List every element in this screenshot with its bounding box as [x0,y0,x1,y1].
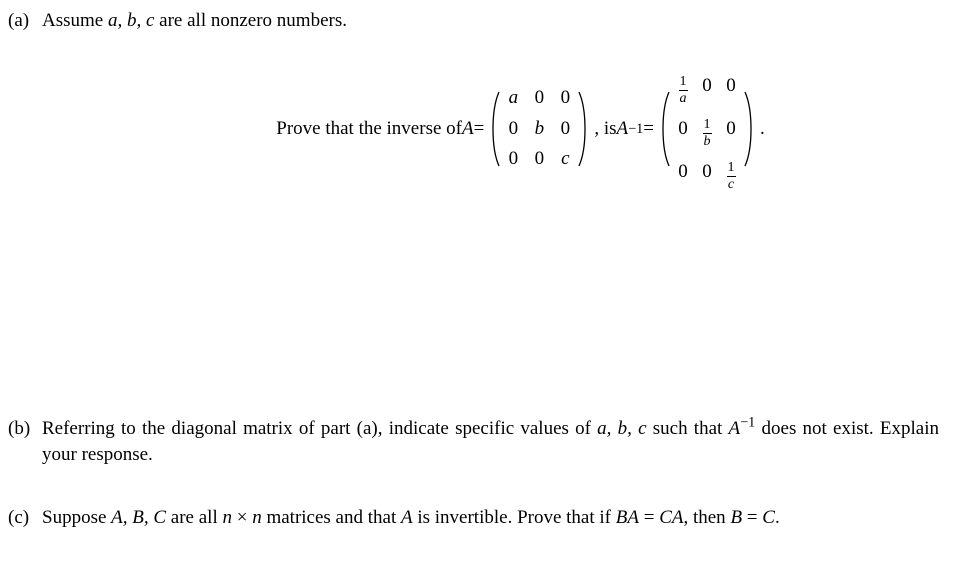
comma-is: , is [594,116,616,143]
part-c-content: Suppose A, B, C are all n × n matrices a… [42,505,939,532]
c-eq1: = [639,507,659,528]
prove-text: Prove that the inverse of [276,116,462,143]
mA-r2c3: 0 [560,116,570,143]
mAi-r1c2: 0 [702,73,712,100]
c-mid2: matrices and that [262,507,401,528]
part-a-intro-vars: a, b, c [108,10,154,31]
c-period: . [775,507,780,528]
mA-r1c1: a [508,85,518,112]
c-comma: , then [683,507,730,528]
mA-r2c1: 0 [508,116,518,143]
c-B: B [730,507,742,528]
mA-r3c3: c [560,146,570,173]
b-Ainv: A [729,418,741,439]
mAi-r3c2: 0 [702,159,712,186]
equals-1: = [474,116,485,143]
c-CA: CA [659,507,683,528]
part-a-intro-post: are all nonzero numbers. [154,10,347,31]
c-ABC: A, B, C [111,507,166,528]
mA-r2c2: b [534,116,544,143]
c-pre: Suppose [42,507,111,528]
mAi-r3c1: 0 [678,159,688,186]
matrix-Ainv-body: 1a 0 0 0 1b 0 0 0 1c [672,63,742,196]
mAi-r1c1: 1a [678,67,688,106]
mA-r1c3: 0 [560,85,570,112]
b-vars: a, b, c [597,418,646,439]
mAi-r2c3: 0 [726,116,736,143]
part-a-label: (a) [8,8,42,35]
A-inv-symbol: A [617,116,629,143]
left-paren-icon-2 [658,63,672,196]
equals-2: = [643,116,654,143]
part-c-label: (c) [8,505,42,532]
left-paren-icon [488,81,502,177]
mAi-r1c3: 0 [726,73,736,100]
part-a-intro-pre: Assume [42,10,108,31]
mAi-r3c3: 1c [726,153,736,192]
mA-r1c2: 0 [534,85,544,112]
c-A: A [401,507,413,528]
c-BA: BA [616,507,639,528]
c-C: C [762,507,775,528]
c-mid3: is invertible. Prove that if [413,507,616,528]
matrix-A: a 0 0 0 b 0 0 0 c [488,81,590,177]
c-eq2: = [742,507,762,528]
b-Ainv-sup: −1 [740,414,755,430]
part-a-content: Assume a, b, c are all nonzero numbers. … [42,8,939,196]
mA-r3c2: 0 [534,146,544,173]
b-mid: such that [647,418,729,439]
matrix-A-body: a 0 0 0 b 0 0 0 c [502,81,576,177]
part-a-math-row: Prove that the inverse of A = a 0 0 0 b … [102,63,939,196]
right-paren-icon [576,81,590,177]
matrix-Ainv: 1a 0 0 0 1b 0 0 0 1c [658,63,756,196]
mAi-r2c1: 0 [678,116,688,143]
mAi-r2c2: 1b [702,110,712,149]
b-pre: Referring to the diagonal matrix of part… [42,418,597,439]
A-symbol: A [462,116,474,143]
c-mid1: are all [166,507,222,528]
period-a: . [760,116,765,143]
c-times: × [232,507,252,528]
c-n: n [222,507,232,528]
right-paren-icon-2 [742,63,756,196]
c-n2: n [252,507,262,528]
mA-r3c1: 0 [508,146,518,173]
part-b-content: Referring to the diagonal matrix of part… [42,416,939,469]
part-b-label: (b) [8,416,42,443]
